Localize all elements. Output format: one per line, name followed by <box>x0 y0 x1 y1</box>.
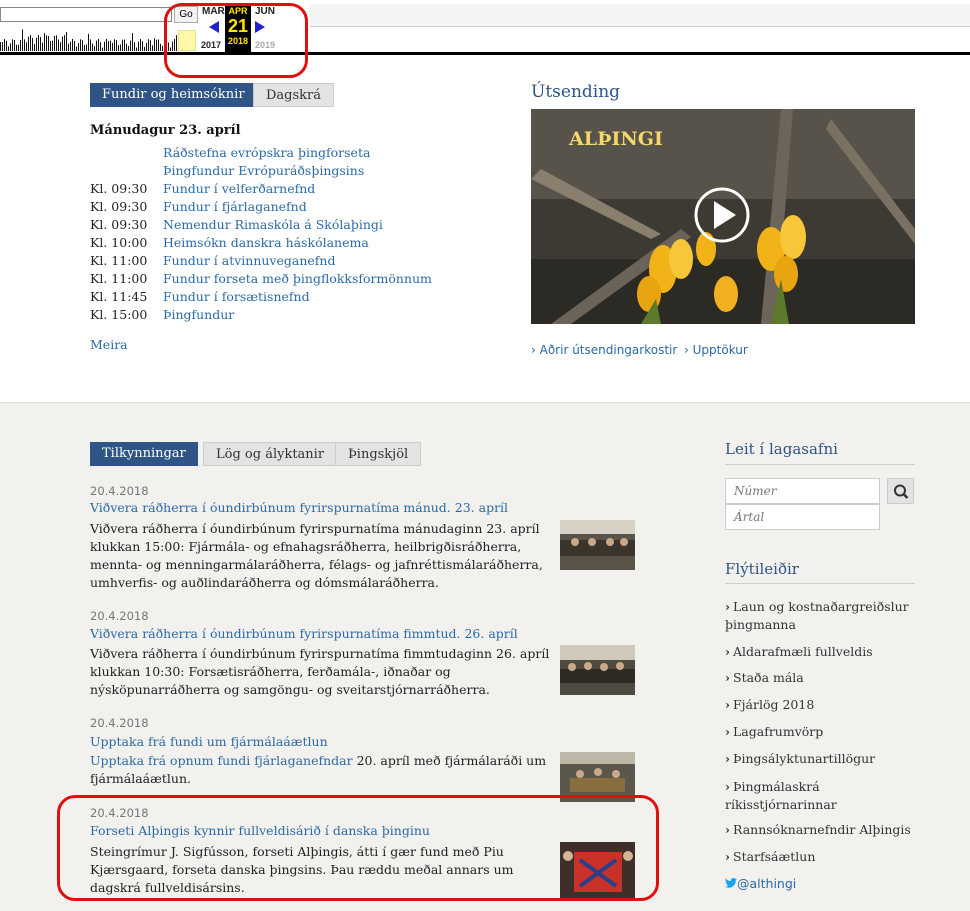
tab-documents[interactable]: Þingskjöl <box>335 442 422 466</box>
video-overlay-text: ALÞINGI <box>568 128 663 150</box>
event-row[interactable]: Kl. 11:00 Fundur í atvinnuveganefnd <box>90 252 335 270</box>
wayback-top-band <box>310 4 970 26</box>
other-broadcast-options-link[interactable]: › Aðrir útsendingarkostir <box>531 343 677 357</box>
twitter-handle: @althingi <box>737 876 797 891</box>
chevron-right-icon: › <box>531 343 540 357</box>
shortcut-link[interactable]: Þingsályktunartillögur <box>725 750 915 768</box>
event-link[interactable]: Fundur í fjárlaganefnd <box>163 199 307 214</box>
event-row[interactable]: Kl. 10:00 Heimsókn danskra háskólanema <box>90 234 369 252</box>
news-thumbnail[interactable] <box>560 645 635 695</box>
news-body: Viðvera ráðherra í óundirbúnum fyrirspur… <box>90 646 550 697</box>
news-title-link[interactable]: Viðvera ráðherra í óundirbúnum fyrirspur… <box>90 626 518 641</box>
event-row[interactable]: Kl. 09:30 Fundur í velferðarnefnd <box>90 180 315 198</box>
annotation-ring-news <box>57 795 659 901</box>
news-body: Upptaka frá opnum fundi fjárlaganefndar … <box>90 752 552 788</box>
shortcut-link[interactable]: Rannsóknarnefndir Alþingis <box>725 821 915 839</box>
divider <box>725 464 915 465</box>
tab-agenda[interactable]: Dagskrá <box>253 83 335 107</box>
news-body-link[interactable]: Upptaka frá opnum fundi fjárlaganefndar <box>90 753 353 768</box>
news-date: 20.4.2018 <box>90 716 149 730</box>
news-body: Viðvera ráðherra í óundirbúnum fyrirspur… <box>90 521 543 590</box>
event-time: Kl. 10:00 <box>90 235 148 250</box>
search-button[interactable] <box>887 478 914 504</box>
news-title-link[interactable]: Viðvera ráðherra í óundirbúnum fyrirspur… <box>90 500 508 515</box>
event-link[interactable]: Þingfundur Evrópuráðsþingsins <box>163 163 364 178</box>
event-time: Kl. 09:30 <box>90 199 148 214</box>
tab-meetings[interactable]: Fundir og heimsóknir <box>90 83 257 107</box>
event-row[interactable]: Kl. 11:45 Fundur í forsætisnefnd <box>90 288 310 306</box>
news-title-link[interactable]: Upptaka frá fundi um fjármálaáætlun <box>90 734 328 749</box>
recordings-label: Upptökur <box>692 343 748 357</box>
wayback-divider <box>310 26 970 27</box>
news-date: 20.4.2018 <box>90 609 149 623</box>
event-time: Kl. 11:45 <box>90 289 148 304</box>
event-time: Kl. 11:00 <box>90 253 148 268</box>
shortcut-link[interactable]: Staða mála <box>725 669 915 687</box>
event-time: Kl. 11:00 <box>90 271 148 286</box>
event-row[interactable]: Kl. 11:00 Fundur forseta með þingflokksfo… <box>90 270 432 288</box>
event-link[interactable]: Fundur í forsætisnefnd <box>163 289 310 304</box>
event-link[interactable]: Þingfundur <box>163 307 234 322</box>
divider <box>725 583 915 584</box>
wayback-toolbar: Go MAR APR 21 2018 JUN 2017 2019 <box>0 0 970 55</box>
search-icon <box>894 484 909 499</box>
shortcut-link[interactable]: Aldarafmæli fullveldis <box>725 643 915 661</box>
annotation-ring-wayback <box>164 3 308 78</box>
wayback-url-input[interactable] <box>0 7 172 22</box>
twitter-link[interactable]: @althingi <box>725 876 796 891</box>
event-link[interactable]: Nemendur Rimaskóla á Skólaþingi <box>163 217 383 232</box>
event-link[interactable]: Fundur í atvinnuveganefnd <box>163 253 335 268</box>
broadcast-title: Útsending <box>531 82 621 102</box>
shortcut-link[interactable]: Laun og kostnaðargreiðslur þingmanna <box>725 598 915 634</box>
event-row[interactable]: Þingfundur Evrópuráðsþingsins <box>90 162 364 180</box>
more-link[interactable]: Meira <box>90 337 128 352</box>
number-field[interactable]: Númer <box>725 478 880 504</box>
shortcuts-title: Flýtileiðir <box>725 560 799 578</box>
tab-laws[interactable]: Lög og ályktanir <box>203 442 338 466</box>
law-search-title: Leit í lagasafni <box>725 440 838 458</box>
video-thumbnail: ALÞINGI <box>531 109 915 324</box>
event-link[interactable]: Fundur í velferðarnefnd <box>163 181 315 196</box>
event-link[interactable]: Heimsókn danskra háskólanema <box>163 235 369 250</box>
event-row[interactable]: Ráðstefna evrópskra þingforseta <box>90 144 370 162</box>
shortcut-link[interactable]: Fjárlög 2018 <box>725 696 915 714</box>
news-date: 20.4.2018 <box>90 484 149 498</box>
news-thumbnail[interactable] <box>560 520 635 570</box>
video-player[interactable]: ALÞINGI <box>531 109 915 324</box>
event-row[interactable]: Kl. 15:00 Þingfundur <box>90 306 234 324</box>
meetings-day-title: Mánudagur 23. apríl <box>90 123 241 138</box>
chevron-right-icon: › <box>684 343 693 357</box>
shortcut-link[interactable]: Starfsáætlun <box>725 848 915 866</box>
event-time: Kl. 15:00 <box>90 307 148 322</box>
year-field[interactable]: Ártal <box>725 504 880 530</box>
event-time: Kl. 09:30 <box>90 181 148 196</box>
shortcut-link[interactable]: Þingmálaskrá ríkisstjórnarinnar <box>725 778 845 814</box>
event-link[interactable]: Fundur forseta með þingflokksformönnum <box>163 271 432 286</box>
other-broadcast-options-label: Aðrir útsendingarkostir <box>539 343 678 357</box>
event-link[interactable]: Ráðstefna evrópskra þingforseta <box>163 145 370 160</box>
tab-announcements[interactable]: Tilkynningar <box>90 442 198 466</box>
event-row[interactable]: Kl. 09:30 Fundur í fjárlaganefnd <box>90 198 307 216</box>
event-row[interactable]: Kl. 09:30 Nemendur Rimaskóla á Skólaþingi <box>90 216 383 234</box>
recordings-link[interactable]: › Upptökur <box>684 343 748 357</box>
twitter-icon <box>725 877 737 888</box>
event-time: Kl. 09:30 <box>90 217 148 232</box>
shortcut-link[interactable]: Lagafrumvörp <box>725 723 915 741</box>
